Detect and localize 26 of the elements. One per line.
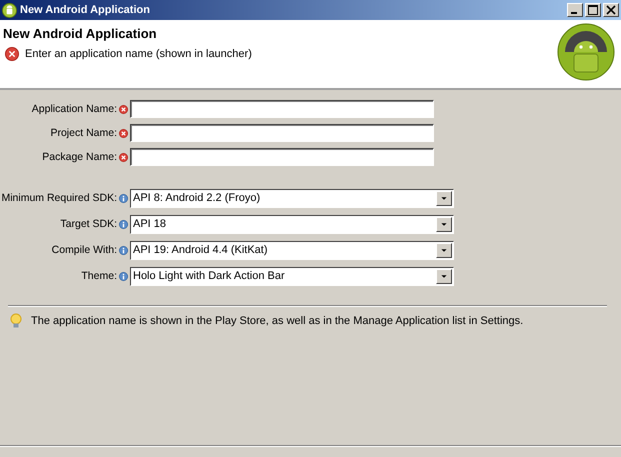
field-label: Target SDK:	[59, 218, 117, 230]
maximize-button[interactable]	[585, 3, 601, 17]
maximize-icon[interactable]	[588, 5, 598, 15]
field-label: Application Name:	[30, 103, 117, 115]
android-logo-icon	[557, 23, 615, 81]
text-field[interactable]	[130, 100, 434, 118]
field-label: Compile With:	[50, 244, 117, 256]
text-field[interactable]	[130, 148, 434, 166]
close-icon[interactable]	[606, 5, 616, 15]
dropdown[interactable]: API 18	[130, 214, 454, 234]
text-field[interactable]	[130, 124, 434, 142]
field-label: Theme:	[80, 270, 117, 282]
page-title: New Android Application	[3, 26, 158, 41]
field-label: Minimum Required SDK:	[0, 192, 117, 204]
field-label: Package Name:	[41, 151, 117, 163]
dropdown[interactable]: API 19: Android 4.4 (KitKat)	[130, 240, 454, 260]
window-title: New Android Application	[20, 4, 151, 16]
lightbulb-icon	[10, 313, 22, 329]
android-icon	[2, 2, 17, 18]
field-label: Project Name:	[49, 127, 117, 139]
close-button[interactable]	[603, 3, 619, 17]
hint-text: The application name is shown in the Play Store, as well as in the Manage Application list in Settings.	[31, 315, 524, 327]
minimize-button[interactable]	[567, 3, 583, 17]
dropdown[interactable]: API 8: Android 2.2 (Froyo)	[130, 188, 454, 208]
dropdown[interactable]: Holo Light with Dark Action Bar	[130, 266, 454, 286]
status-message: Enter an application name (shown in launcher)	[25, 48, 252, 60]
